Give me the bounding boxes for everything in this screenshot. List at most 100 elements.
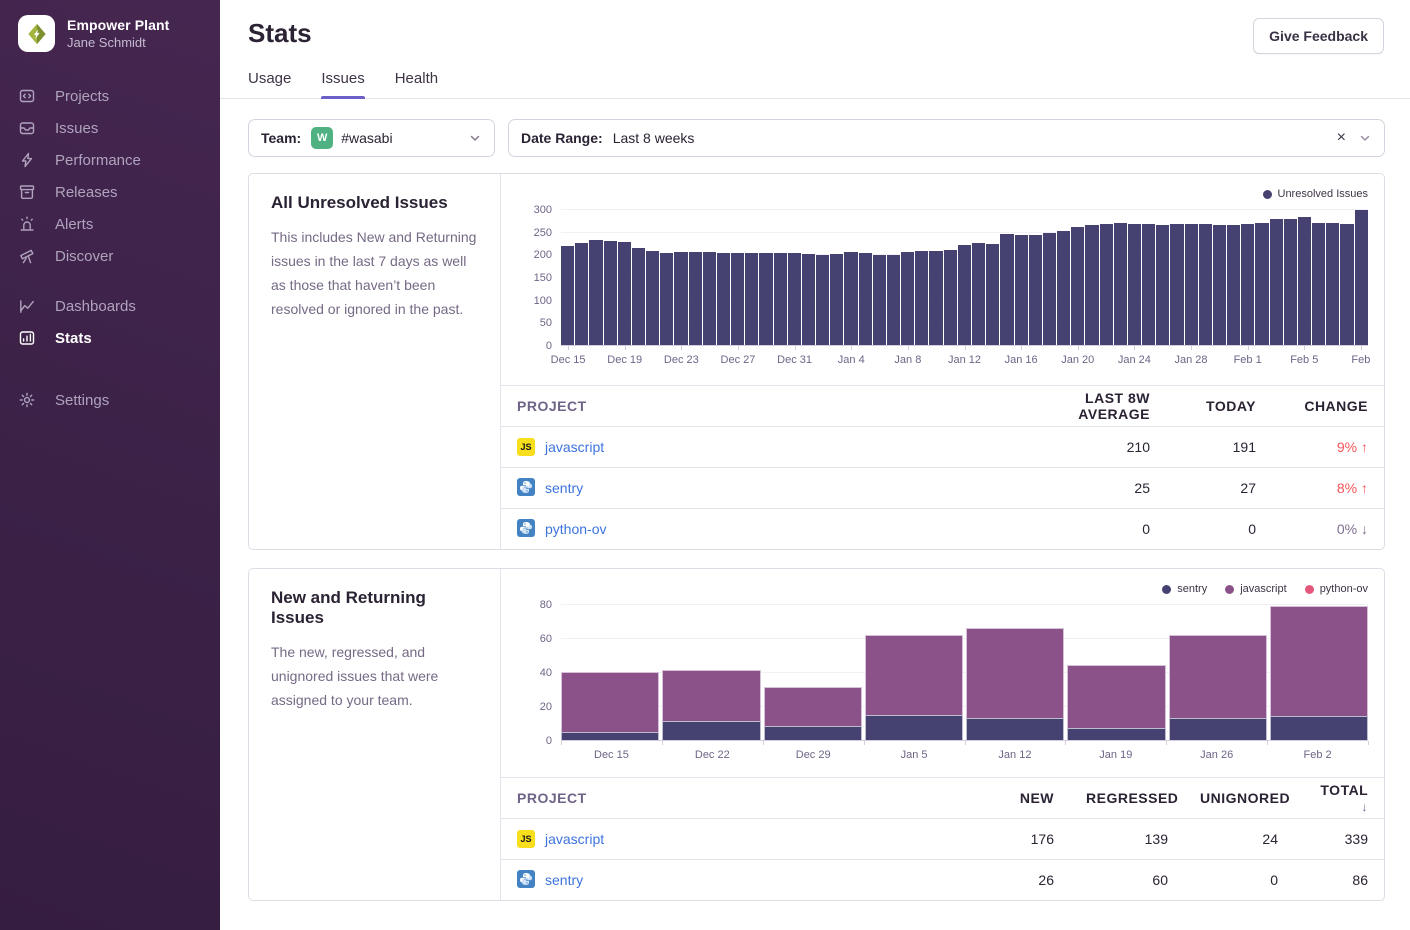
unresolved-bar[interactable] (816, 255, 829, 345)
unresolved-bar[interactable] (1085, 225, 1098, 345)
unresolved-bar[interactable] (859, 253, 872, 345)
sentry-segment[interactable] (1067, 728, 1165, 740)
project-link[interactable]: javascript (545, 439, 604, 455)
legend-item[interactable]: sentry (1162, 581, 1207, 597)
unresolved-bar[interactable] (632, 248, 645, 345)
unresolved-bar[interactable] (1029, 235, 1042, 345)
org-switcher[interactable]: Empower Plant Jane Schmidt (0, 0, 220, 52)
unresolved-bar[interactable] (958, 245, 971, 345)
sentry-segment[interactable] (764, 726, 862, 740)
sidebar-item-dashboards[interactable]: Dashboards (0, 290, 220, 322)
unresolved-bar[interactable] (1213, 225, 1226, 345)
sort-column-header[interactable]: Total ↓ (1294, 782, 1384, 814)
legend-item[interactable]: javascript (1225, 581, 1286, 597)
unresolved-bar[interactable] (1199, 224, 1212, 345)
unresolved-bar[interactable] (1241, 224, 1254, 345)
unresolved-bar[interactable] (844, 252, 857, 345)
sentry-segment[interactable] (1270, 716, 1368, 740)
unresolved-bar[interactable] (1156, 225, 1169, 345)
unresolved-bar[interactable] (731, 253, 744, 345)
unresolved-bar[interactable] (1255, 223, 1268, 345)
stacked-bar[interactable] (662, 605, 760, 740)
unresolved-bar[interactable] (873, 255, 886, 345)
javascript-segment[interactable] (1067, 665, 1165, 728)
bar-series[interactable] (561, 210, 1368, 346)
sentry-segment[interactable] (966, 718, 1064, 740)
unresolved-bar[interactable] (1043, 233, 1056, 345)
unresolved-bar[interactable] (1057, 231, 1070, 345)
unresolved-bar[interactable] (788, 253, 801, 345)
unresolved-bar[interactable] (1298, 217, 1311, 345)
team-select[interactable]: Team: W #wasabi (248, 119, 495, 157)
unresolved-bar[interactable] (689, 252, 702, 345)
javascript-segment[interactable] (1169, 635, 1267, 718)
unresolved-bar[interactable] (929, 251, 942, 345)
unresolved-bar[interactable] (1340, 224, 1353, 345)
javascript-segment[interactable] (662, 670, 760, 721)
stacked-bar[interactable] (1270, 605, 1368, 740)
sidebar-item-releases[interactable]: Releases (0, 176, 220, 208)
sidebar-item-discover[interactable]: Discover (0, 240, 220, 272)
unresolved-bar[interactable] (717, 253, 730, 345)
unresolved-bar[interactable] (1015, 235, 1028, 345)
unresolved-bar[interactable] (674, 252, 687, 345)
unresolved-bar[interactable] (986, 244, 999, 345)
legend-item[interactable]: Unresolved Issues (1263, 186, 1369, 202)
sentry-segment[interactable] (561, 732, 659, 741)
unresolved-bar[interactable] (646, 251, 659, 345)
stacked-bar[interactable] (1067, 605, 1165, 740)
unresolved-bar[interactable] (944, 250, 957, 345)
stacked-bar[interactable] (966, 605, 1064, 740)
stacked-bar[interactable] (865, 605, 963, 740)
project-link[interactable]: javascript (545, 831, 604, 847)
javascript-segment[interactable] (966, 628, 1064, 718)
sidebar-item-stats[interactable]: Stats (0, 322, 220, 354)
javascript-segment[interactable] (764, 687, 862, 726)
unresolved-bar[interactable] (915, 251, 928, 345)
give-feedback-button[interactable]: Give Feedback (1253, 18, 1384, 54)
javascript-segment[interactable] (1270, 606, 1368, 717)
unresolved-bar[interactable] (618, 242, 631, 345)
unresolved-bar[interactable] (604, 241, 617, 345)
sidebar-item-projects[interactable]: Projects (0, 80, 220, 112)
unresolved-bar[interactable] (1227, 225, 1240, 345)
sidebar-item-alerts[interactable]: Alerts (0, 208, 220, 240)
unresolved-bar[interactable] (1326, 223, 1339, 345)
tab-usage[interactable]: Usage (248, 70, 291, 98)
unresolved-bar[interactable] (830, 254, 843, 345)
sidebar-item-settings[interactable]: Settings (0, 384, 220, 416)
unresolved-bar[interactable] (1312, 223, 1325, 345)
sentry-segment[interactable] (1169, 718, 1267, 740)
project-link[interactable]: sentry (545, 872, 583, 888)
sentry-segment[interactable] (662, 721, 760, 740)
unresolved-bar[interactable] (1270, 219, 1283, 345)
stacked-bar[interactable] (561, 605, 659, 740)
legend-item[interactable]: python-ov (1305, 581, 1368, 597)
stacked-bar-series[interactable] (561, 605, 1368, 741)
project-link[interactable]: python-ov (545, 521, 606, 537)
tab-health[interactable]: Health (395, 70, 438, 98)
unresolved-bar[interactable] (1355, 210, 1368, 345)
unresolved-bar[interactable] (1128, 224, 1141, 345)
javascript-segment[interactable] (865, 635, 963, 715)
unresolved-bar[interactable] (561, 246, 574, 345)
unresolved-bar[interactable] (759, 253, 772, 345)
unresolved-bar[interactable] (745, 253, 758, 345)
sidebar-item-performance[interactable]: Performance (0, 144, 220, 176)
unresolved-bar[interactable] (887, 255, 900, 345)
unresolved-bar[interactable] (703, 252, 716, 345)
unresolved-bar[interactable] (1114, 223, 1127, 345)
project-link[interactable]: sentry (545, 480, 583, 496)
unresolved-bar[interactable] (1100, 224, 1113, 345)
unresolved-bar[interactable] (1185, 224, 1198, 345)
stacked-bar[interactable] (1169, 605, 1267, 740)
unresolved-bar[interactable] (901, 252, 914, 345)
unresolved-bar[interactable] (575, 243, 588, 345)
unresolved-bar[interactable] (589, 240, 602, 345)
clear-date-range-icon[interactable]: × (1337, 129, 1346, 147)
date-range-select[interactable]: Date Range: Last 8 weeks × (508, 119, 1385, 157)
sentry-segment[interactable] (865, 715, 963, 741)
unresolved-bar[interactable] (972, 243, 985, 345)
unresolved-bar[interactable] (774, 253, 787, 345)
unresolved-bar[interactable] (1284, 219, 1297, 345)
